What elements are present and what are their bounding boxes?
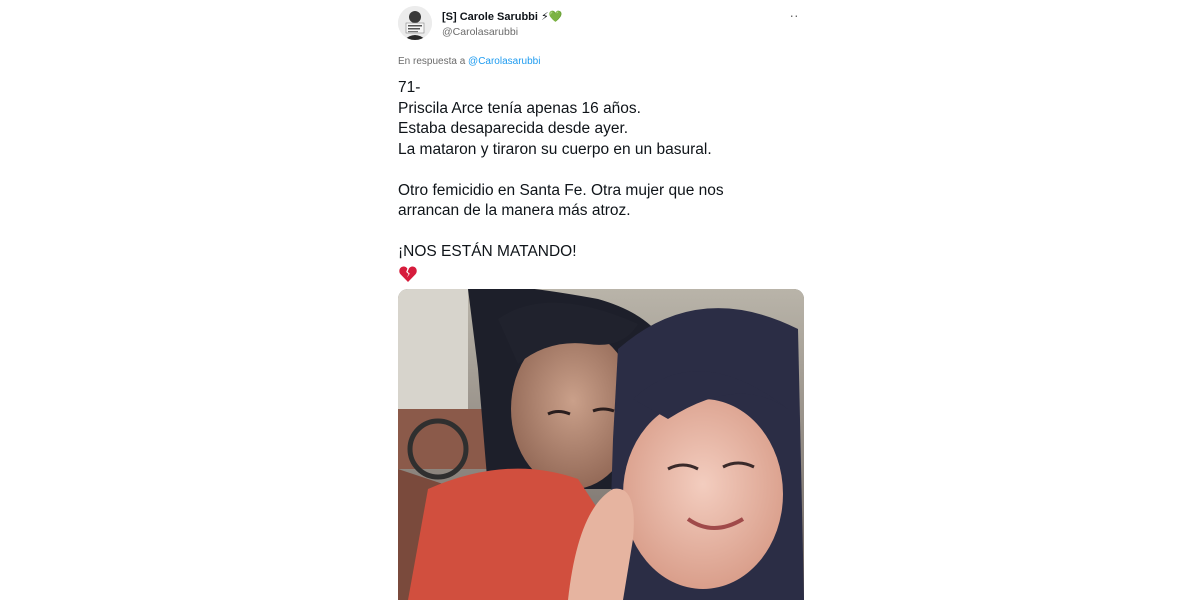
reply-handle-link[interactable]: @Carolasarubbi — [468, 56, 540, 67]
reply-context: En respuesta a @Carolasarubbi — [398, 56, 540, 67]
user-handle[interactable]: @Carolasarubbi — [442, 26, 518, 38]
tweet-text-line: 71- — [398, 79, 421, 96]
display-name[interactable]: [S] Carole Sarubbi ⚡💚 — [442, 10, 562, 23]
reply-prefix: En respuesta a — [398, 56, 466, 67]
tweet-text-line: Priscila Arce tenía apenas 16 años. — [398, 99, 641, 117]
tweet-text: 71- Priscila Arce tenía apenas 16 años. … — [398, 78, 804, 284]
tweet-text-line: Otro femicidio en Santa Fe. Otra mujer q… — [398, 181, 724, 199]
tweet-text-line: Estaba desaparecida desde ayer. — [398, 120, 629, 137]
broken-heart-icon — [399, 266, 417, 282]
avatar[interactable] — [398, 6, 432, 40]
more-options-icon[interactable]: ·· — [786, 8, 802, 24]
tweet-text-line: arrancan de la manera más atroz. — [398, 202, 631, 219]
tweet-text-line: La mataron y tiraron su cuerpo en un bas… — [398, 140, 712, 158]
tweet-header: [S] Carole Sarubbi ⚡💚 @Carolasarubbi ·· — [398, 4, 804, 44]
name-emojis: ⚡💚 — [541, 10, 563, 23]
display-name-text: [S] Carole Sarubbi — [442, 11, 538, 23]
tweet[interactable]: [S] Carole Sarubbi ⚡💚 @Carolasarubbi ·· … — [398, 0, 804, 600]
tweet-text-line: ¡NOS ESTÁN MATANDO! — [398, 243, 577, 260]
tweet-photo[interactable] — [398, 289, 804, 600]
